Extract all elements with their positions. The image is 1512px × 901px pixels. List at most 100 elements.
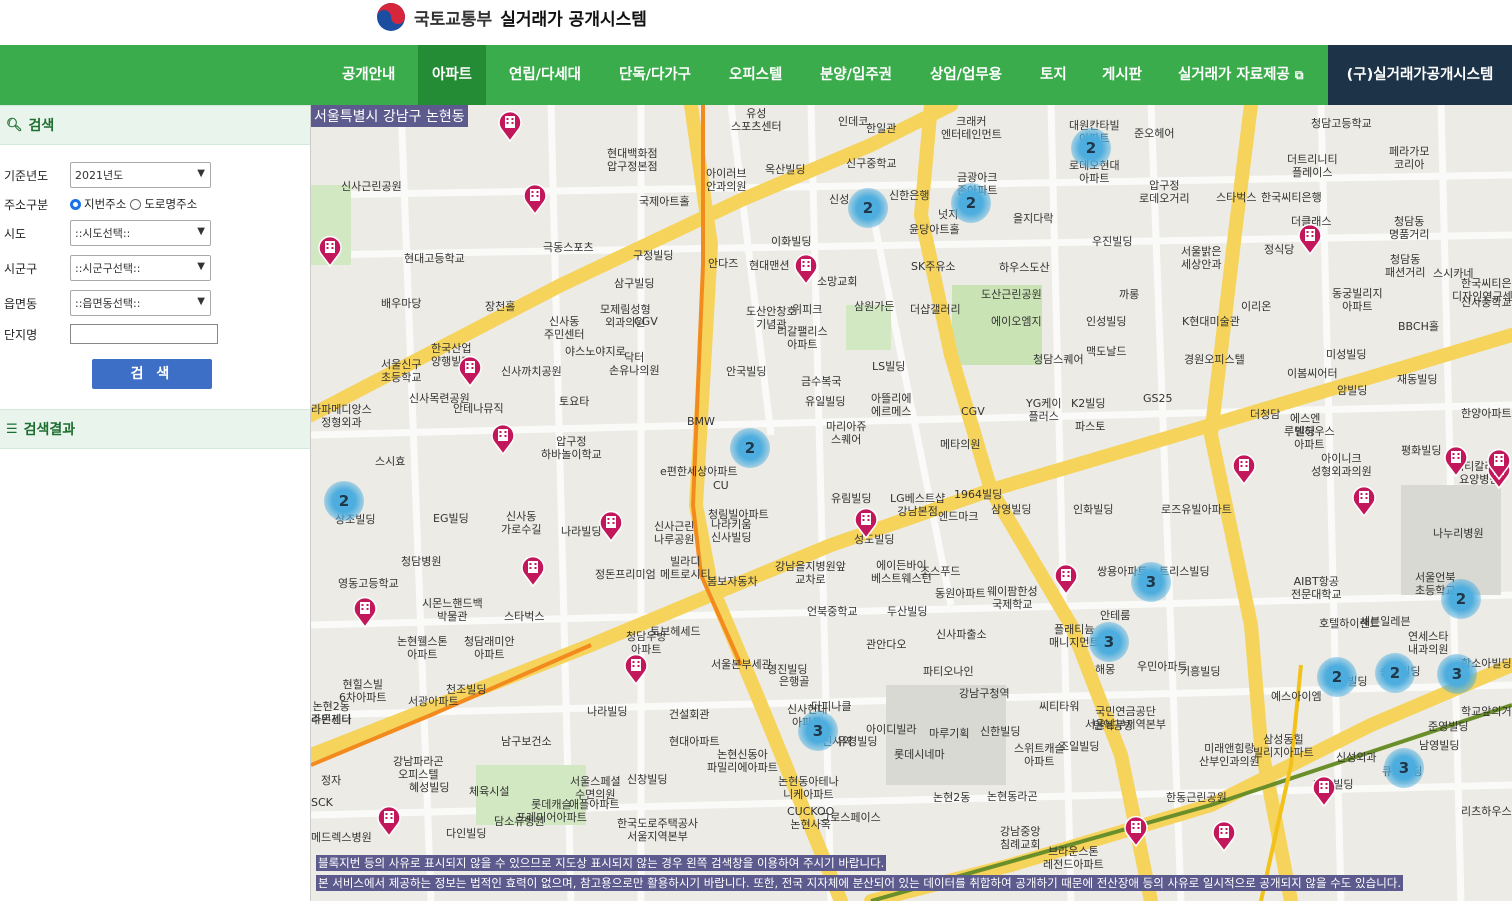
transaction-cluster[interactable]: 2 bbox=[324, 481, 364, 521]
map-place-label: 유림빌딩 bbox=[831, 492, 872, 505]
transaction-cluster[interactable]: 2 bbox=[1375, 653, 1415, 693]
map-place-label: 이리온 bbox=[1241, 300, 1272, 313]
map-place-label: 삼구빌딩 bbox=[614, 277, 655, 290]
map-notice-2: 본 서비스에서 제공하는 정보는 법적인 효력이 없으며, 참고용으로만 활용하… bbox=[316, 875, 1404, 891]
map-place-label: 인성빌딩 bbox=[1086, 315, 1127, 328]
apartment-marker-icon[interactable] bbox=[1444, 445, 1468, 477]
map-place-label: 유성 스포츠센터 bbox=[731, 107, 782, 133]
map-place-label: 강남파라곤 오피스텔 bbox=[393, 755, 444, 781]
map-place-label: 이화빌딩 bbox=[771, 235, 812, 248]
transaction-cluster[interactable]: 3 bbox=[798, 711, 838, 751]
apartment-marker-icon[interactable] bbox=[599, 510, 623, 542]
apartment-marker-icon[interactable] bbox=[1212, 820, 1236, 852]
map-place-label: 옥산빌딩 bbox=[765, 163, 806, 176]
map-place-label: 강남중앙 침례교회 bbox=[1000, 825, 1041, 851]
apartment-marker-icon[interactable] bbox=[1352, 485, 1376, 517]
map-place-label: 남영빌딩 bbox=[1419, 739, 1460, 752]
transaction-cluster[interactable]: 3 bbox=[1089, 622, 1129, 662]
map-place-label: 한국씨티은행 bbox=[1461, 277, 1512, 290]
apartment-marker-icon[interactable] bbox=[521, 555, 545, 587]
map-place-label: 소망교회 bbox=[817, 275, 858, 288]
nav-item-land[interactable]: 토지 bbox=[1040, 45, 1067, 105]
transaction-cluster[interactable]: 3 bbox=[1131, 562, 1171, 602]
map-place-label: 시몬느핸드백 박물관 bbox=[422, 597, 483, 623]
map-place-label: 1964빌딩 bbox=[954, 488, 1003, 501]
apartment-marker-icon[interactable] bbox=[458, 355, 482, 387]
map-place-label: 청담고등학교 bbox=[1311, 117, 1372, 130]
jibun-radio-label[interactable]: 지번주소 bbox=[84, 196, 126, 212]
transaction-cluster[interactable]: 2 bbox=[951, 183, 991, 223]
map-place-label: 에이오엠지 bbox=[991, 315, 1042, 328]
apartment-marker-icon[interactable] bbox=[318, 235, 342, 267]
transaction-cluster[interactable]: 2 bbox=[730, 428, 770, 468]
map-place-label: 혜성빌딩 bbox=[409, 781, 450, 794]
transaction-cluster[interactable]: 2 bbox=[1441, 579, 1481, 619]
apartment-marker-icon[interactable] bbox=[523, 183, 547, 215]
sido-select-value: ::시도선택:: bbox=[75, 227, 131, 240]
apartment-marker-icon[interactable] bbox=[353, 596, 377, 628]
transaction-cluster[interactable]: 3 bbox=[1437, 654, 1477, 694]
sido-select[interactable]: ::시도선택:: ▼ bbox=[70, 220, 211, 246]
legacy-system-link[interactable]: (구)실거래가공개시스템 bbox=[1328, 45, 1512, 105]
nav-item-board[interactable]: 게시판 bbox=[1102, 45, 1142, 105]
transaction-cluster[interactable]: 2 bbox=[848, 188, 888, 228]
apartment-marker-icon[interactable] bbox=[1124, 815, 1148, 847]
map-place-label: 도산근린공원 bbox=[981, 288, 1042, 301]
map-place-label: 웨이팜한성 국제학교 bbox=[987, 585, 1038, 611]
nav-item-data-provision[interactable]: 실거래가 자료제공 ⧉ bbox=[1178, 45, 1303, 105]
header: 국토교통부 실거래가 공개시스템 bbox=[0, 0, 1512, 45]
map-place-label: 한일관 bbox=[866, 122, 897, 135]
complex-name-input[interactable] bbox=[70, 324, 218, 344]
apartment-marker-icon[interactable] bbox=[498, 110, 522, 142]
map-place-label: 신사파출소 bbox=[936, 628, 987, 641]
apartment-marker-icon[interactable] bbox=[377, 805, 401, 837]
map-place-label: 맥도날드 bbox=[1086, 345, 1127, 358]
map-view[interactable]: 유성 스포츠센터인데코한일관크래커 엔터테인먼트대원칸타빌 아파트준오헤어청담고… bbox=[311, 105, 1512, 901]
map-place-label: 나라빌딩 bbox=[561, 525, 602, 538]
list-icon: ☰ bbox=[6, 421, 18, 437]
map-place-label: 서광아파트 bbox=[408, 695, 459, 708]
nav-item-rowhouse[interactable]: 연립/다세대 bbox=[509, 45, 581, 105]
apartment-marker-icon[interactable] bbox=[1232, 453, 1256, 485]
year-select[interactable]: 2021년도 ▼ bbox=[70, 162, 211, 188]
search-button[interactable]: 검 색 bbox=[92, 359, 212, 389]
transaction-cluster[interactable]: 2 bbox=[1071, 128, 1111, 168]
apartment-marker-icon[interactable] bbox=[1312, 775, 1336, 807]
transaction-cluster[interactable]: 3 bbox=[1384, 748, 1424, 788]
map-place-label: 신사까치공원 bbox=[501, 365, 562, 378]
apartment-marker-icon[interactable] bbox=[1487, 448, 1511, 480]
apartment-marker-icon[interactable] bbox=[624, 653, 648, 685]
dong-select[interactable]: ::읍면동선택:: ▼ bbox=[70, 290, 211, 316]
nav-item-presale[interactable]: 분양/입주권 bbox=[820, 45, 892, 105]
map-place-label: 라온제나 bbox=[311, 713, 352, 726]
transaction-cluster[interactable]: 2 bbox=[1317, 657, 1357, 697]
map-place-label: 스시효 bbox=[375, 455, 406, 468]
map-place-label: 국제아트홀 bbox=[639, 195, 690, 208]
nav-item-officetel[interactable]: 오피스텔 bbox=[729, 45, 782, 105]
road-radio-label[interactable]: 도로명주소 bbox=[144, 196, 197, 212]
nav-item-disclosure[interactable]: 공개안내 bbox=[342, 45, 395, 105]
map-place-label: 논현동아테나 니케아파트 bbox=[778, 775, 839, 801]
apartment-marker-icon[interactable] bbox=[854, 507, 878, 539]
chevron-down-icon: ▼ bbox=[197, 261, 205, 272]
map-place-label: 미성빌딩 bbox=[1326, 348, 1367, 361]
map-place-label: 파스토 bbox=[1075, 420, 1106, 433]
nav-item-apartment[interactable]: 아파트 bbox=[418, 45, 487, 105]
apartment-marker-icon[interactable] bbox=[491, 423, 515, 455]
region-label: 서울특별시 강남구 논현동 bbox=[311, 105, 468, 127]
map-place-label: 두산빌딩 bbox=[887, 605, 928, 618]
apartment-marker-icon[interactable] bbox=[1298, 223, 1322, 255]
nav-item-detached[interactable]: 단독/다가구 bbox=[619, 45, 691, 105]
ministry-logo[interactable]: 국토교통부 실거래가 공개시스템 bbox=[376, 2, 647, 32]
apartment-marker-icon[interactable] bbox=[794, 253, 818, 285]
sigungu-select[interactable]: ::시군구선택:: ▼ bbox=[70, 255, 211, 281]
map-place-label: 유일빌딩 bbox=[805, 395, 846, 408]
road-radio[interactable] bbox=[130, 198, 142, 210]
map-place-label: 동원아파트 bbox=[935, 587, 986, 600]
map-place-label: 토요타 bbox=[559, 395, 590, 408]
apartment-marker-icon[interactable] bbox=[1054, 563, 1078, 595]
nav-item-commercial[interactable]: 상업/업무용 bbox=[930, 45, 1002, 105]
map-place-label: 메타의원 bbox=[940, 438, 981, 451]
map-place-label: 한동근린공원 bbox=[1166, 791, 1227, 804]
jibun-radio[interactable] bbox=[70, 198, 81, 210]
